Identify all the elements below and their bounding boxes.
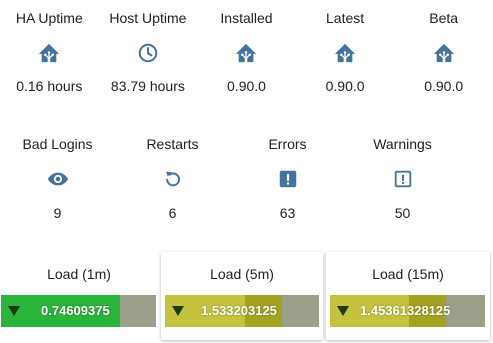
alert-box-outline-icon	[392, 168, 414, 190]
stat-latest[interactable]: Latest 0.90.0	[296, 8, 395, 96]
stat-label: Restarts	[146, 136, 199, 152]
load-title: Load (1m)	[47, 266, 111, 282]
stat-value: 9	[53, 205, 62, 221]
load-15m-card[interactable]: Load (15m) 1.45361328125	[326, 252, 490, 340]
triangle-down-icon	[172, 306, 184, 316]
load-gauge: 0.74609375	[1, 295, 156, 327]
stat-beta[interactable]: Beta 0.90.0	[394, 8, 493, 96]
load-1m-card[interactable]: Load (1m) 0.74609375	[0, 252, 158, 340]
stat-label: Errors	[268, 136, 307, 152]
home-assistant-icon	[235, 42, 257, 64]
clock-icon	[137, 42, 159, 64]
home-assistant-icon	[334, 42, 356, 64]
stats-row-top: HA Uptime 0.16 hours Host Uptime 83.79 h…	[0, 8, 493, 96]
triangle-down-icon	[8, 306, 20, 316]
stat-value: 0.90.0	[424, 78, 464, 94]
stat-label: Warnings	[373, 136, 432, 152]
load-gauge: 1.533203125	[165, 295, 319, 327]
restart-icon	[162, 168, 184, 190]
stat-value: 50	[394, 205, 411, 221]
alert-box-icon	[277, 168, 299, 190]
stat-value: 83.79 hours	[110, 78, 185, 94]
stat-label: Beta	[429, 10, 459, 26]
stat-value: 0.90.0	[227, 78, 266, 94]
load-gauge: 1.45361328125	[330, 295, 485, 327]
load-value: 1.45361328125	[360, 303, 451, 318]
stat-value: 6	[168, 205, 177, 221]
load-5m-card[interactable]: Load (5m) 1.533203125	[161, 252, 323, 340]
stat-warnings[interactable]: Warnings 50	[345, 134, 460, 223]
home-assistant-icon	[38, 42, 60, 64]
triangle-down-icon	[337, 306, 349, 316]
stat-host-uptime[interactable]: Host Uptime 83.79 hours	[99, 8, 198, 96]
load-value: 0.74609375	[41, 303, 110, 318]
stat-value: 63	[279, 205, 296, 221]
stat-label: HA Uptime	[15, 10, 83, 26]
stat-errors[interactable]: Errors 63	[230, 134, 345, 223]
home-assistant-icon	[433, 42, 455, 64]
stat-installed[interactable]: Installed 0.90.0	[197, 8, 296, 96]
stat-bad-logins[interactable]: Bad Logins 9	[0, 134, 115, 223]
eye-icon	[47, 168, 69, 190]
stat-label: Installed	[220, 10, 273, 26]
stat-ha-uptime[interactable]: HA Uptime 0.16 hours	[0, 8, 99, 96]
stat-value: 0.90.0	[325, 78, 365, 94]
stat-label: Bad Logins	[22, 136, 93, 152]
load-value: 1.533203125	[201, 303, 277, 318]
load-title: Load (15m)	[372, 266, 444, 282]
stats-row-bottom: Bad Logins 9 Restarts 6 Errors 63 Warnin…	[0, 134, 460, 223]
stat-value: 0.16 hours	[16, 78, 83, 94]
load-title: Load (5m)	[210, 266, 274, 282]
stat-label: Latest	[326, 10, 365, 26]
stat-label: Host Uptime	[109, 10, 187, 26]
stat-restarts[interactable]: Restarts 6	[115, 134, 230, 223]
